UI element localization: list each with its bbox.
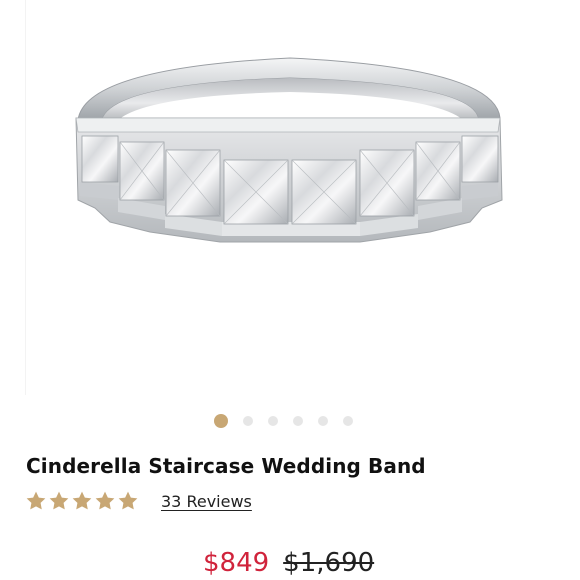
- product-page: Cinderella Staircase Wedding Band 33 Rev…: [0, 0, 580, 580]
- wedding-band-image: [75, 57, 503, 243]
- product-image-gallery[interactable]: [0, 0, 580, 395]
- star-icon: [49, 491, 69, 510]
- gallery-dot-2[interactable]: [243, 416, 253, 426]
- original-price: $1,690: [283, 548, 375, 578]
- star-icon: [72, 491, 92, 510]
- product-rating: 33 Reviews: [25, 490, 252, 512]
- gallery-dot-6[interactable]: [343, 416, 353, 426]
- product-title: Cinderella Staircase Wedding Band: [26, 454, 426, 478]
- star-icon: [26, 491, 46, 510]
- reviews-link[interactable]: 33 Reviews: [161, 492, 252, 511]
- gallery-dot-3[interactable]: [268, 416, 278, 426]
- gallery-pagination: [214, 414, 353, 428]
- gallery-dot-5[interactable]: [318, 416, 328, 426]
- star-icon: [118, 491, 138, 510]
- gallery-dot-4[interactable]: [293, 416, 303, 426]
- gallery-dot-1[interactable]: [214, 414, 228, 428]
- star-icon: [95, 491, 115, 510]
- price-row: $849 $1,690: [203, 548, 374, 578]
- rating-stars: [25, 490, 139, 512]
- sale-price: $849: [203, 548, 270, 578]
